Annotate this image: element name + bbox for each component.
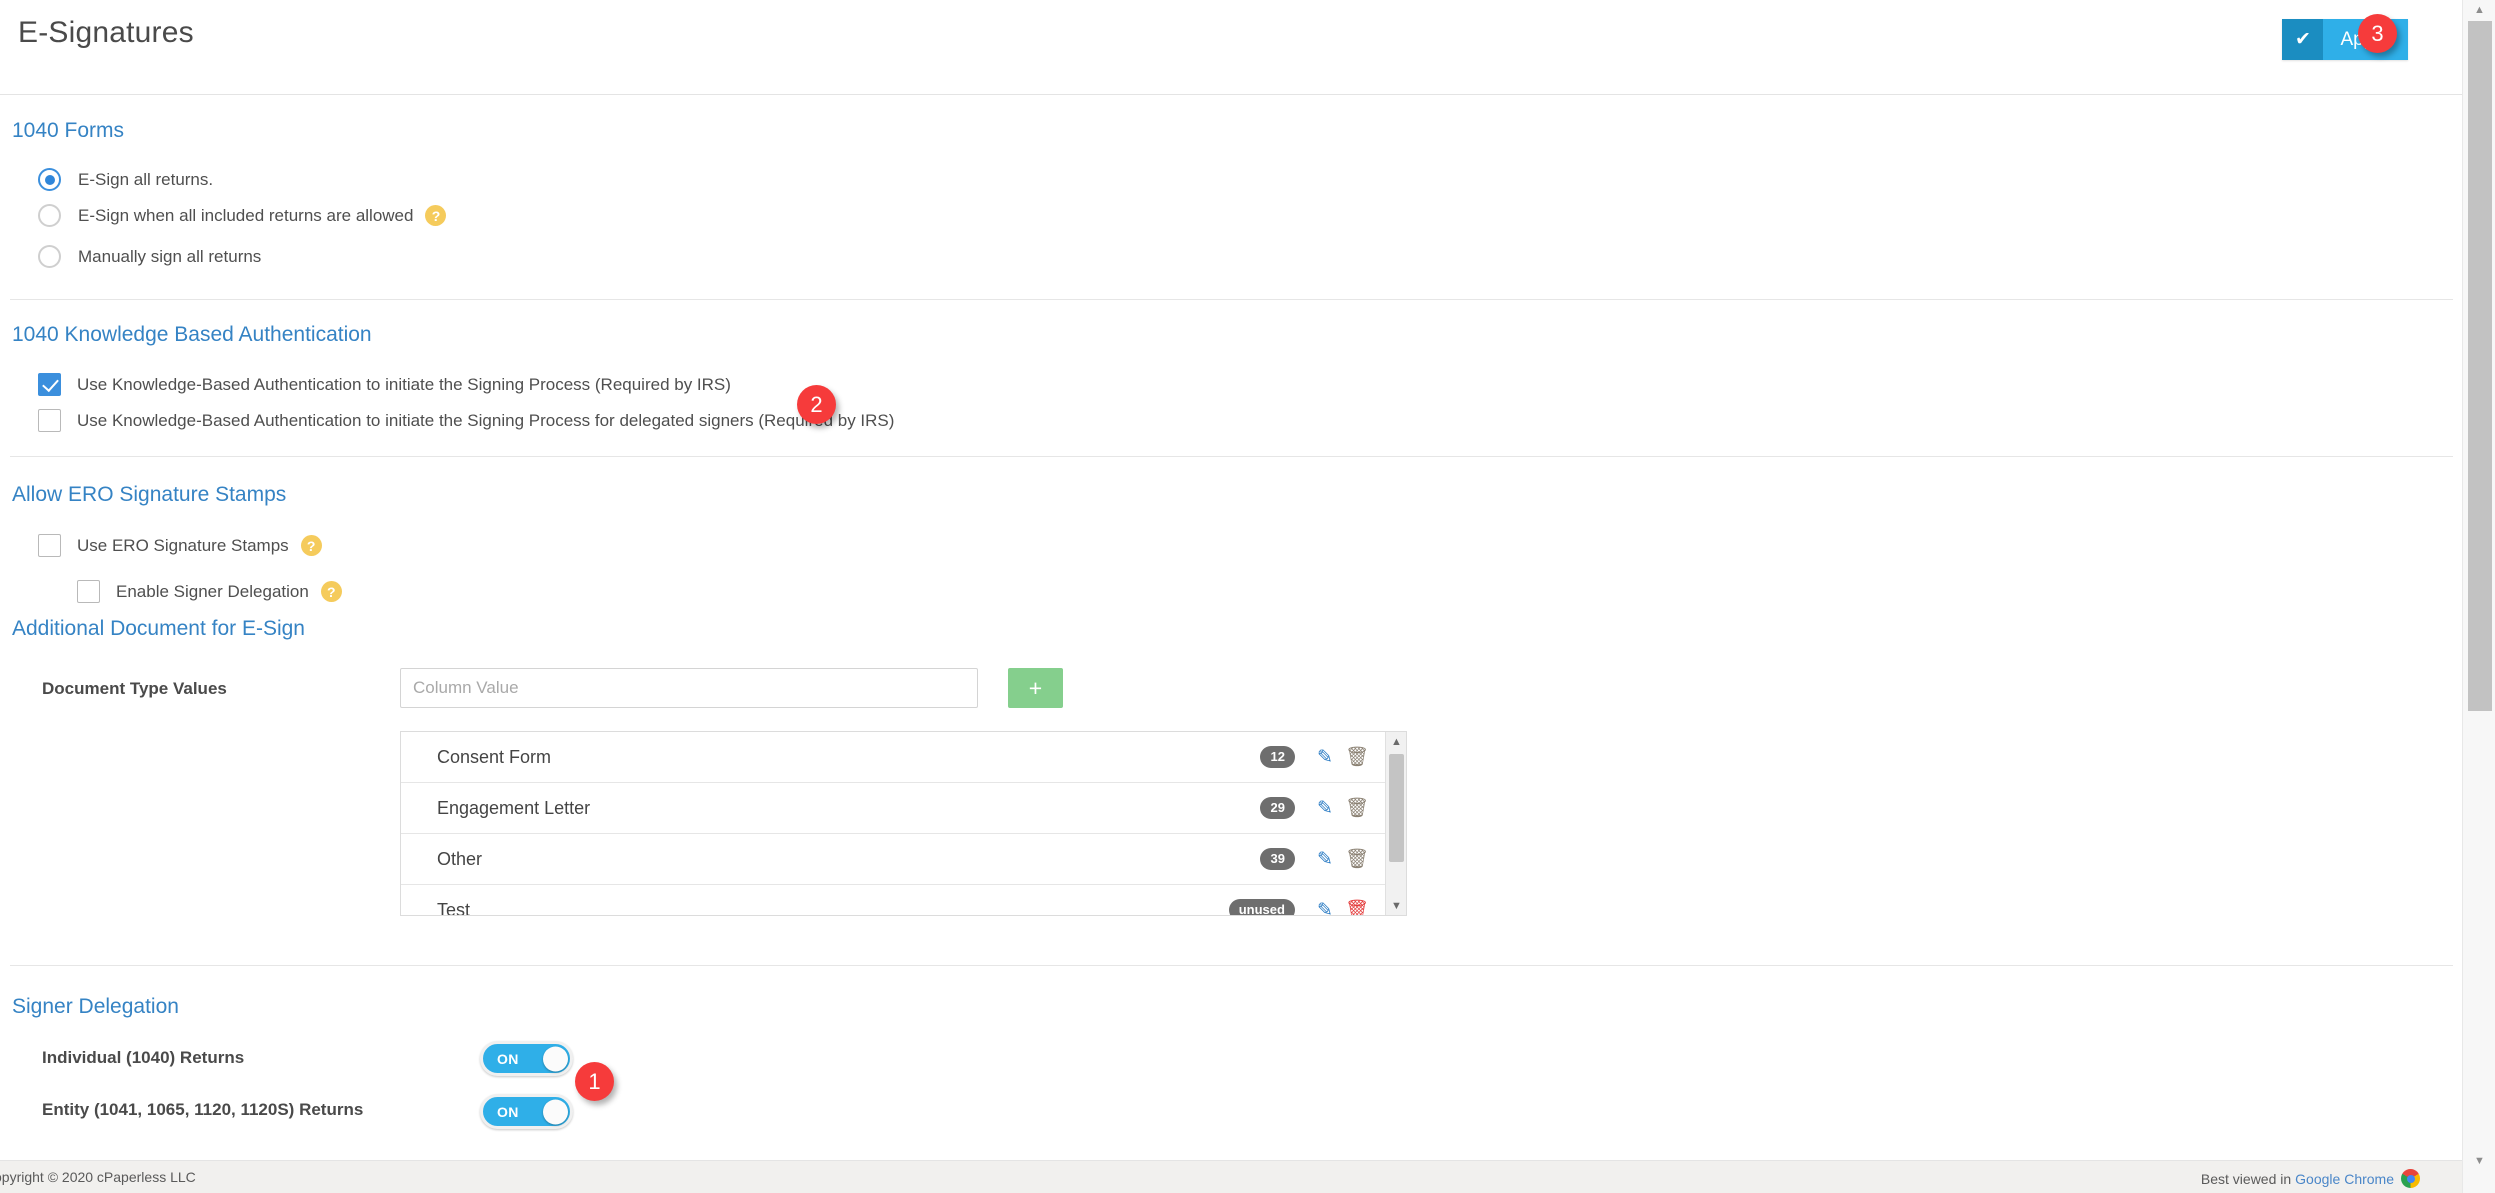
document-type-values-list-scroll: Consent Form 12 ✎ 🗑 Engagement Letter 29…	[401, 732, 1387, 915]
toggle-knob	[543, 1046, 568, 1071]
usage-count-badge: 39	[1260, 847, 1295, 871]
radio-row-manually-sign[interactable]: Manually sign all returns	[38, 245, 261, 268]
callout-badge-1: 1	[575, 1062, 614, 1101]
document-type-name: Engagement Letter	[437, 797, 591, 818]
trash-icon[interactable]: 🗑	[1345, 898, 1369, 915]
checkbox-kba-signing-process[interactable]	[38, 373, 61, 396]
checkbox-enable-signer-delegation[interactable]	[77, 580, 100, 603]
radio-label-manually-sign-all-returns: Manually sign all returns	[78, 246, 262, 266]
document-type-values-label: Document Type Values	[42, 679, 227, 698]
edit-icon[interactable]: ✎	[1317, 746, 1333, 769]
radio-row-esign-all[interactable]: E-Sign all returns.	[38, 168, 213, 191]
esignature-settings-page: E-Signatures 3 ✔ Apply 1040 Forms E-Sign…	[0, 0, 2495, 1193]
list-scrollbar[interactable]: ▲ ▼	[1385, 732, 1406, 915]
usage-count-badge: 29	[1260, 796, 1295, 820]
scroll-up-arrow-icon[interactable]: ▲	[1386, 732, 1406, 751]
table-row[interactable]: Consent Form 12 ✎ 🗑	[401, 732, 1387, 783]
checkbox-row-enable-signer-delegation[interactable]: Enable Signer Delegation ?	[77, 580, 342, 603]
help-icon-enable-signer-delegation[interactable]: ?	[320, 581, 342, 602]
trash-icon[interactable]: 🗑	[1345, 796, 1369, 820]
section-title-additional-document: Additional Document for E-Sign	[12, 617, 305, 640]
scroll-down-arrow-icon[interactable]: ▼	[1386, 896, 1406, 915]
document-type-name: Test	[437, 899, 471, 916]
callout-badge-3-number: 3	[2371, 20, 2384, 46]
edit-icon[interactable]: ✎	[1317, 797, 1333, 820]
radio-esign-when-allowed[interactable]	[38, 204, 61, 227]
edit-icon[interactable]: ✎	[1317, 899, 1333, 916]
callout-badge-2-number: 2	[810, 391, 823, 417]
best-viewed-note: Best viewed in Google Chrome	[2201, 1169, 2420, 1188]
toggle-entity-returns[interactable]: ON	[480, 1094, 573, 1129]
checkbox-row-kba-signing[interactable]: Use Knowledge-Based Authentication to in…	[38, 373, 731, 396]
callout-badge-1-number: 1	[588, 1068, 601, 1094]
toggle-knob	[543, 1099, 568, 1124]
checkbox-label-enable-signer-delegation: Enable Signer Delegation	[116, 581, 309, 601]
google-chrome-link[interactable]: Google Chrome	[2295, 1171, 2394, 1187]
list-scrollbar-thumb[interactable]	[1389, 754, 1404, 862]
table-row[interactable]: Other 39 ✎ 🗑	[401, 834, 1387, 885]
copyright-text: opyright © 2020 cPaperless LLC	[0, 1169, 196, 1185]
browser-scrollbar[interactable]: ▲ ▼	[2462, 0, 2495, 1193]
table-row[interactable]: Test unused ✎ 🗑	[401, 885, 1387, 915]
checkbox-label-kba-delegated-signers: Use Knowledge-Based Authentication to in…	[77, 410, 895, 430]
check-icon: ✔	[2282, 19, 2324, 60]
help-icon-esign-when-allowed[interactable]: ?	[425, 205, 447, 226]
usage-count-badge: unused	[1228, 898, 1295, 915]
callout-badge-2: 2	[797, 385, 836, 424]
checkbox-row-use-ero-stamps[interactable]: Use ERO Signature Stamps ?	[38, 534, 322, 557]
radio-manually-sign-all-returns[interactable]	[38, 245, 61, 268]
divider-after-kba	[10, 456, 2453, 457]
section-title-1040-forms: 1040 Forms	[12, 119, 125, 142]
radio-label-esign-all-returns: E-Sign all returns.	[78, 169, 214, 189]
radio-label-esign-when-allowed: E-Sign when all included returns are all…	[78, 205, 414, 225]
browser-scrollbar-thumb[interactable]	[2468, 21, 2492, 711]
document-type-name: Consent Form	[437, 746, 552, 767]
toggle-state-entity: ON	[497, 1103, 519, 1120]
radio-row-esign-when-allowed[interactable]: E-Sign when all included returns are all…	[38, 204, 447, 227]
page-title: E-Signatures	[18, 16, 194, 49]
browser-scroll-down-arrow-icon[interactable]: ▼	[2463, 1151, 2495, 1171]
trash-icon[interactable]: 🗑	[1345, 745, 1369, 769]
section-title-allow-ero-signature-stamps: Allow ERO Signature Stamps	[12, 483, 287, 506]
checkbox-label-use-ero-signature-stamps: Use ERO Signature Stamps	[77, 535, 289, 555]
radio-esign-all-returns[interactable]	[38, 168, 61, 191]
toggle-individual-1040-returns[interactable]: ON	[480, 1041, 573, 1076]
browser-scroll-up-arrow-icon[interactable]: ▲	[2463, 0, 2495, 20]
table-row[interactable]: Engagement Letter 29 ✎ 🗑	[401, 783, 1387, 834]
toggle-label-individual-returns: Individual (1040) Returns	[42, 1048, 245, 1067]
divider-before-signer-delegation	[10, 965, 2453, 966]
trash-icon[interactable]: 🗑	[1345, 847, 1369, 871]
usage-count-badge: 12	[1260, 745, 1295, 769]
checkbox-label-kba-signing-process: Use Knowledge-Based Authentication to in…	[77, 374, 731, 394]
callout-badge-3: 3	[2358, 14, 2397, 53]
checkbox-use-ero-signature-stamps[interactable]	[38, 534, 61, 557]
checkbox-kba-delegated-signers[interactable]	[38, 409, 61, 432]
checkbox-row-kba-delegated[interactable]: Use Knowledge-Based Authentication to in…	[38, 409, 894, 432]
toggle-label-entity-returns: Entity (1041, 1065, 1120, 1120S) Returns	[42, 1100, 364, 1119]
document-type-values-list: Consent Form 12 ✎ 🗑 Engagement Letter 29…	[400, 731, 1407, 916]
toggle-state-individual: ON	[497, 1050, 519, 1067]
help-icon-use-ero-signature-stamps[interactable]: ?	[300, 535, 322, 556]
section-title-kba: 1040 Knowledge Based Authentication	[12, 323, 372, 346]
page-footer: opyright © 2020 cPaperless LLC Best view…	[0, 1160, 2462, 1193]
best-viewed-prefix: Best viewed in	[2200, 1170, 2292, 1187]
divider-after-1040-forms	[10, 299, 2453, 300]
document-type-name: Other	[437, 848, 483, 869]
page-header: E-Signatures 3 ✔ Apply	[0, 0, 2462, 95]
section-title-signer-delegation: Signer Delegation	[12, 995, 179, 1018]
document-type-values-input[interactable]	[400, 668, 978, 708]
chrome-icon	[2401, 1169, 2420, 1188]
add-document-type-button[interactable]: +	[1008, 668, 1063, 708]
edit-icon[interactable]: ✎	[1317, 848, 1333, 871]
